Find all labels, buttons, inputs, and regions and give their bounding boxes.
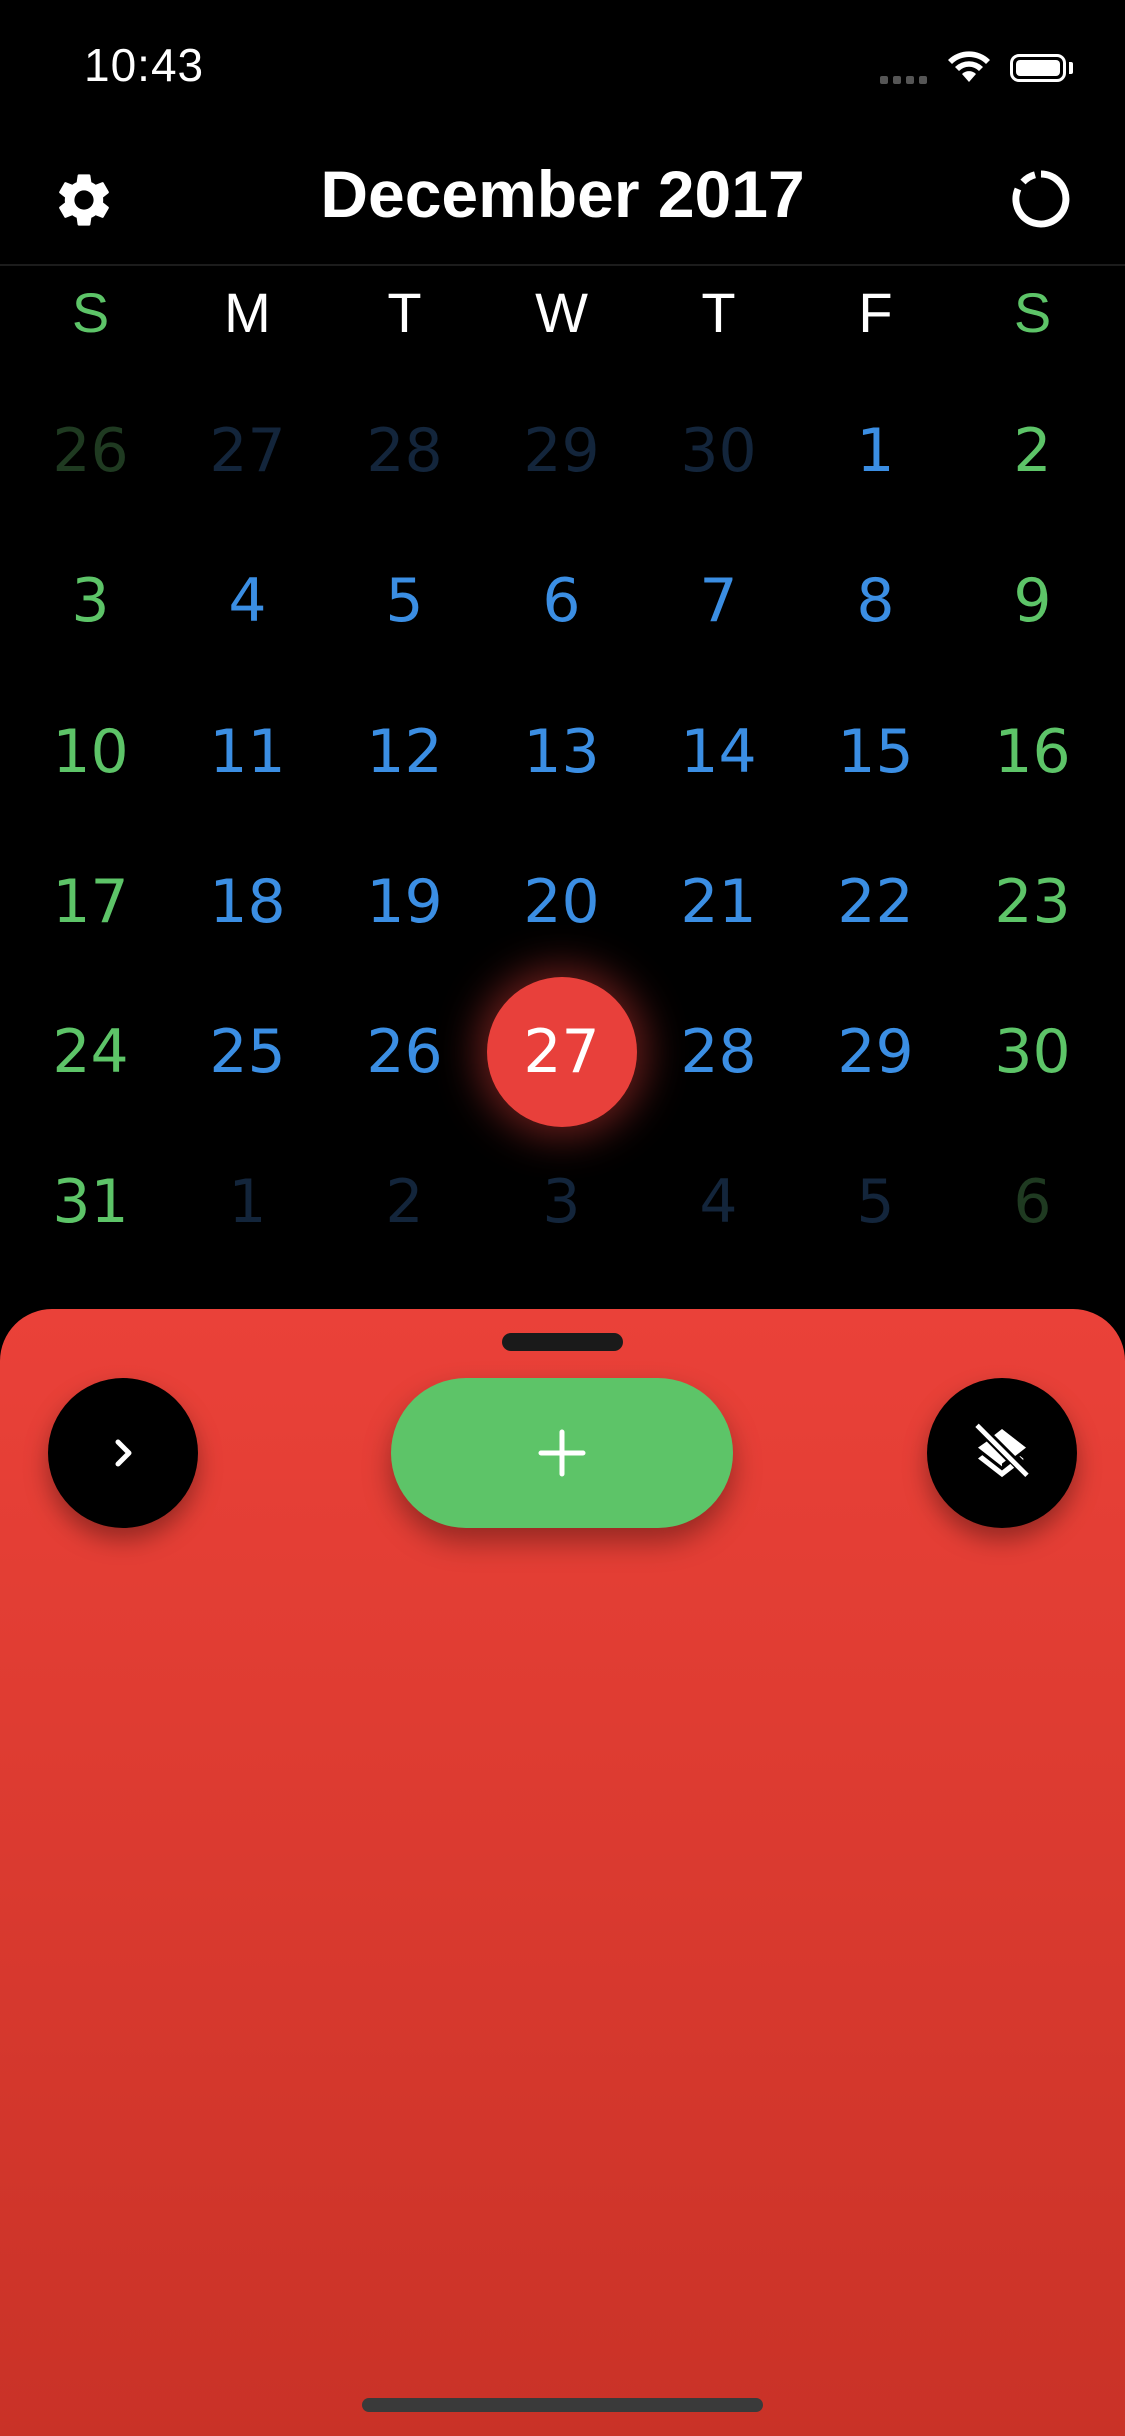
layers-toggle-button[interactable]	[927, 1378, 1077, 1528]
day-number: 15	[837, 717, 914, 787]
day-cell[interactable]: 2	[954, 376, 1111, 526]
calendar-grid: 26 27 28 29 30 1 2 3 4 5 6 7 8 9 10 11 12 13 14 15 16 17 18 19 2…	[0, 0, 1125, 1300]
day-cell[interactable]: 6	[483, 526, 640, 676]
day-cell[interactable]: 30	[954, 977, 1111, 1127]
day-number: 25	[209, 1017, 286, 1087]
day-cell[interactable]: 26	[12, 376, 169, 526]
day-number: 26	[52, 416, 129, 486]
bottom-sheet[interactable]	[0, 1309, 1125, 2436]
day-cell[interactable]: 27	[169, 376, 326, 526]
home-indicator[interactable]	[362, 2398, 763, 2412]
day-number: 21	[680, 867, 757, 937]
day-cell[interactable]: 30	[640, 376, 797, 526]
day-cell[interactable]: 29	[483, 376, 640, 526]
day-number: 6	[1013, 1167, 1052, 1237]
day-number: 12	[366, 717, 443, 787]
day-cell[interactable]: 13	[483, 677, 640, 827]
day-cell[interactable]: 3	[12, 526, 169, 676]
day-number: 23	[994, 867, 1071, 937]
day-cell[interactable]: 12	[326, 677, 483, 827]
day-cell[interactable]: 29	[797, 977, 954, 1127]
chevron-right-icon	[115, 1439, 132, 1467]
day-number: 4	[699, 1167, 738, 1237]
day-number: 2	[385, 1167, 424, 1237]
day-number: 3	[542, 1167, 581, 1237]
day-cell[interactable]: 18	[169, 827, 326, 977]
day-number: 6	[542, 566, 581, 636]
day-number: 8	[856, 566, 895, 636]
day-number: 30	[680, 416, 757, 486]
day-number: 22	[837, 867, 914, 937]
day-cell[interactable]: 22	[797, 827, 954, 977]
day-number: 3	[71, 566, 110, 636]
day-number: 5	[385, 566, 424, 636]
day-number: 20	[523, 867, 600, 937]
day-number: 11	[209, 717, 286, 787]
day-number: 16	[994, 717, 1071, 787]
day-number: 29	[523, 416, 600, 486]
day-cell[interactable]: 24	[12, 977, 169, 1127]
day-number: 10	[52, 717, 129, 787]
day-number: 1	[856, 416, 895, 486]
day-number: 27	[209, 416, 286, 486]
day-cell[interactable]: 7	[640, 526, 797, 676]
day-cell[interactable]: 26	[326, 977, 483, 1127]
day-number: 30	[994, 1017, 1071, 1087]
day-number: 31	[52, 1167, 129, 1237]
day-cell[interactable]: 1	[169, 1127, 326, 1277]
day-cell[interactable]: 11	[169, 677, 326, 827]
day-number: 28	[366, 416, 443, 486]
day-cell[interactable]: 20	[483, 827, 640, 977]
day-number: 9	[1013, 566, 1052, 636]
day-cell[interactable]: 25	[169, 977, 326, 1127]
day-number: 1	[228, 1167, 267, 1237]
layers-off-icon	[975, 1423, 1029, 1478]
expand-button[interactable]	[48, 1378, 198, 1528]
day-number: 29	[837, 1017, 914, 1087]
day-number: 2	[1013, 416, 1052, 486]
day-number: 19	[366, 867, 443, 937]
sheet-drag-handle[interactable]	[502, 1333, 623, 1351]
day-number: 27	[523, 1017, 600, 1087]
day-cell[interactable]: 23	[954, 827, 1111, 977]
plus-icon	[538, 1429, 586, 1477]
day-number: 28	[680, 1017, 757, 1087]
day-cell[interactable]: 21	[640, 827, 797, 977]
day-cell[interactable]: 8	[797, 526, 954, 676]
day-cell[interactable]: 9	[954, 526, 1111, 676]
day-cell[interactable]: 28	[640, 977, 797, 1127]
day-number: 17	[52, 867, 129, 937]
day-cell[interactable]: 19	[326, 827, 483, 977]
day-cell[interactable]: 6	[954, 1127, 1111, 1277]
day-number: 5	[856, 1167, 895, 1237]
day-cell[interactable]: 4	[640, 1127, 797, 1277]
day-cell[interactable]: 16	[954, 677, 1111, 827]
day-cell[interactable]: 4	[169, 526, 326, 676]
day-number: 18	[209, 867, 286, 937]
day-cell[interactable]: 17	[12, 827, 169, 977]
day-cell-selected[interactable]: 27	[483, 977, 640, 1127]
day-cell[interactable]: 28	[326, 376, 483, 526]
day-number: 7	[699, 566, 738, 636]
day-cell[interactable]: 3	[483, 1127, 640, 1277]
add-event-button[interactable]	[391, 1378, 733, 1528]
day-cell[interactable]: 31	[12, 1127, 169, 1277]
day-cell[interactable]: 5	[326, 526, 483, 676]
day-cell[interactable]: 14	[640, 677, 797, 827]
day-number: 14	[680, 717, 757, 787]
day-cell[interactable]: 15	[797, 677, 954, 827]
day-number: 13	[523, 717, 600, 787]
day-number: 4	[228, 566, 267, 636]
day-number: 26	[366, 1017, 443, 1087]
day-cell[interactable]: 5	[797, 1127, 954, 1277]
day-cell[interactable]: 2	[326, 1127, 483, 1277]
day-number: 24	[52, 1017, 129, 1087]
day-cell[interactable]: 1	[797, 376, 954, 526]
day-cell[interactable]: 10	[12, 677, 169, 827]
